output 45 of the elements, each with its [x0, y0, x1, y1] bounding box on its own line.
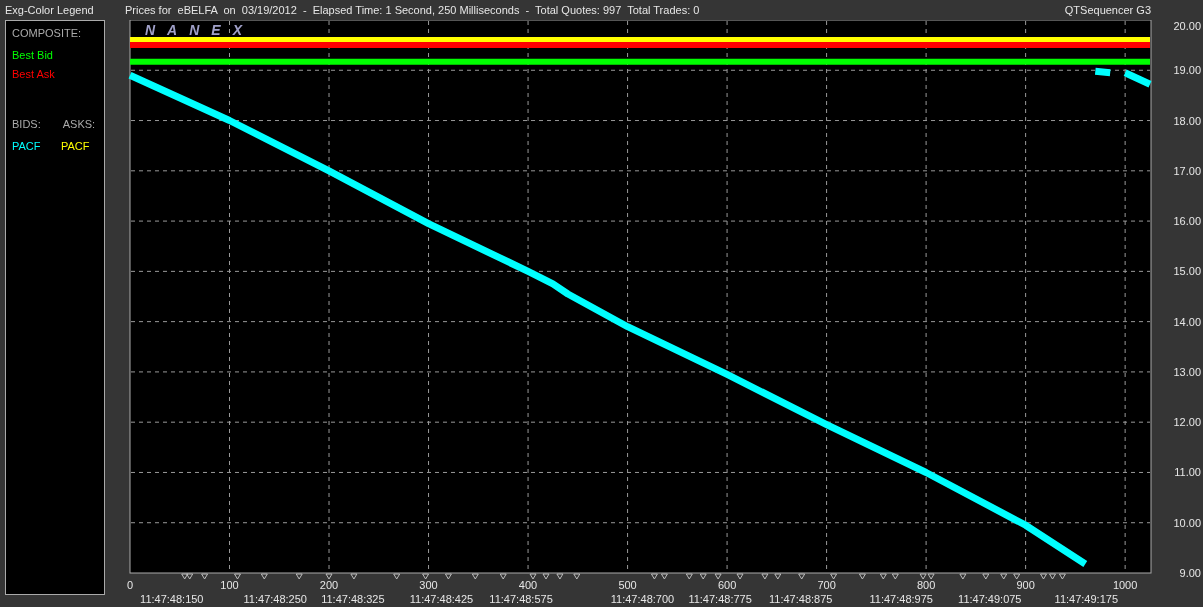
legend-entry: PACF: [61, 138, 90, 154]
time-label: 11:47:48:875: [769, 593, 833, 605]
y-tick-label: 16.00: [1173, 215, 1201, 228]
logo: NANEX: [145, 22, 254, 38]
x-tick-label: 1000: [1112, 579, 1138, 591]
x-tick-label: 200: [319, 579, 339, 591]
y-tick-label: 12.00: [1173, 416, 1201, 429]
legend-entry: Best Ask: [12, 67, 56, 83]
y-tick-label: 11.00: [1174, 466, 1201, 479]
y-tick-label: 17.00: [1173, 164, 1201, 177]
y-tick-label: 9.00: [1179, 567, 1201, 579]
x-tick-label: 0: [126, 579, 134, 591]
legend-heading: COMPOSITE:: [12, 26, 83, 41]
x-tick-label: 300: [419, 579, 438, 591]
y-tick-label: 13.00: [1173, 365, 1201, 378]
x-tick-label: 100: [220, 579, 239, 591]
x-tick-label: 900: [1016, 579, 1035, 591]
time-label: 11:47:48:425: [409, 593, 474, 605]
y-tick-label: 18.00: [1173, 114, 1201, 127]
y-tick-label: 14.00: [1173, 315, 1201, 328]
y-tick-label: 15.00: [1173, 265, 1201, 278]
legend-heading: BIDS:: [12, 116, 41, 132]
y-tick-label: 10.00: [1173, 516, 1201, 529]
time-label: 11:47:48:700: [610, 593, 675, 605]
product-name: QTSequencer G3: [1064, 3, 1151, 18]
x-tick-label: 500: [618, 579, 637, 591]
time-label: 11:47:48:975: [869, 593, 933, 605]
x-tick-label: 800: [916, 579, 936, 591]
chart-title: Prices for eBELFA on 03/19/2012 - Elapsed Time: 1 Second, 250 Milliseconds - Total Quotes: 997 Total Trades: 0: [125, 3, 700, 18]
time-label: 11:47:48:325: [321, 593, 385, 605]
time-label: 11:47:49:175: [1054, 593, 1119, 605]
x-tick-label: 600: [717, 579, 737, 591]
x-tick-label: 700: [817, 579, 836, 591]
legend-title: Exg-Color Legend: [5, 3, 95, 18]
y-tick-label: 19.00: [1173, 64, 1201, 77]
time-label: 11:47:49:075: [958, 593, 1022, 605]
time-label: 11:47:48:150: [140, 593, 204, 605]
legend-heading: ASKS:: [62, 116, 96, 132]
x-tick-label: 400: [518, 579, 538, 591]
y-tick-label: 20.00: [1173, 20, 1201, 32]
legend-entry: Best Bid: [12, 48, 54, 63]
time-label: 11:47:48:575: [489, 593, 553, 605]
time-label: 11:47:48:250: [243, 593, 307, 605]
legend-entry: PACF: [12, 138, 39, 154]
time-label: 11:47:48:775: [688, 593, 752, 605]
